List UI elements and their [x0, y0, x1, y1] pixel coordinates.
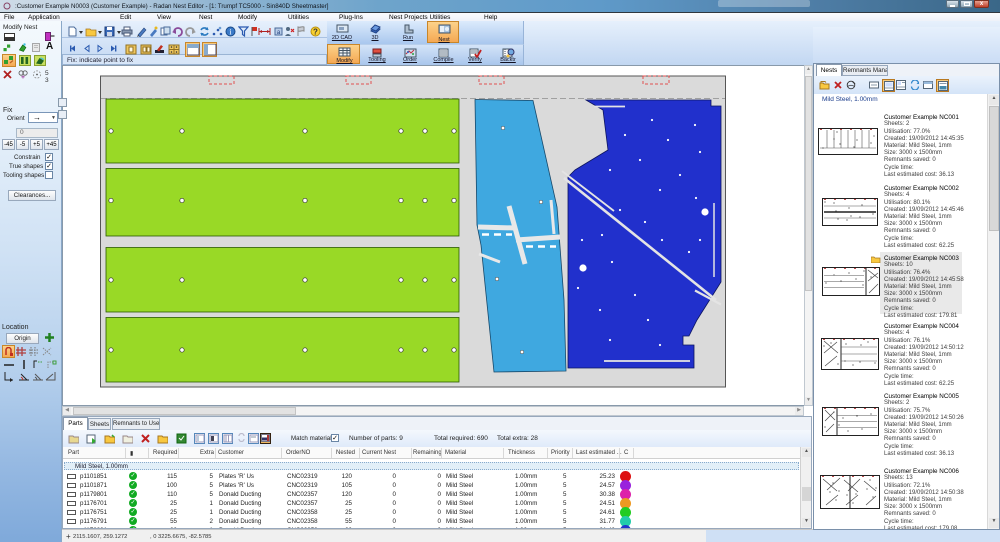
svg-text:?: ? [313, 28, 318, 37]
